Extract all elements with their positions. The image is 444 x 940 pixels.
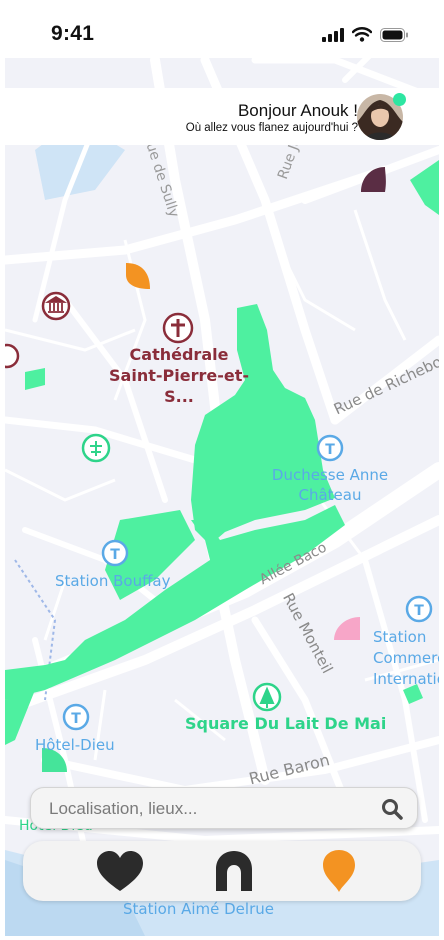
greeting-subtitle: Où allez vous flanez aujourd'hui ?	[185, 122, 358, 134]
status-time: 9:41	[51, 22, 95, 45]
place-label-station-international[interactable]: Station Commerce International	[373, 627, 439, 690]
place-label-station-aime[interactable]: Station Aimé Delrue	[123, 900, 274, 918]
online-status-dot	[393, 93, 406, 106]
heart-icon	[97, 851, 143, 891]
nav-places-button[interactable]	[209, 849, 259, 893]
search-bar	[30, 787, 418, 830]
garden-icon[interactable]	[81, 433, 111, 463]
location-pin-icon	[323, 850, 355, 892]
signal-icon	[322, 27, 344, 42]
museum-icon[interactable]	[5, 343, 20, 369]
transit-icon[interactable]: T	[101, 539, 129, 567]
search-icon[interactable]	[381, 798, 403, 820]
search-input[interactable]	[47, 788, 371, 830]
bottom-nav	[23, 841, 421, 901]
transit-icon[interactable]: T	[62, 703, 90, 731]
svg-text:T: T	[71, 711, 81, 727]
status-icons	[322, 27, 409, 42]
place-label-square[interactable]: Square Du Lait De Mai	[185, 714, 386, 733]
app-screen: T T T T Rue de Sully Rue Joffre Rue de R…	[5, 0, 439, 936]
status-bar: 9:41	[5, 0, 439, 58]
greeting-banner: Bonjour Anouk ! Où allez vous flanez auj…	[5, 88, 439, 145]
place-label-cathedral[interactable]: Cathédrale Saint-Pierre-et-S...	[109, 344, 249, 407]
nav-location-button[interactable]	[314, 849, 364, 893]
place-label-station-bouffay[interactable]: Station Bouffay	[55, 572, 170, 590]
museum-icon[interactable]	[41, 291, 71, 321]
transit-icon[interactable]: T	[316, 434, 344, 462]
place-label-hotel-dieu[interactable]: Hôtel-Dieu	[35, 736, 115, 754]
garden-icon[interactable]	[252, 682, 282, 712]
transit-icon[interactable]: T	[405, 595, 433, 623]
svg-text:T: T	[325, 442, 335, 458]
svg-text:T: T	[110, 547, 120, 563]
wifi-icon	[352, 27, 372, 42]
arch-icon	[216, 851, 252, 891]
svg-text:T: T	[414, 603, 424, 619]
greeting-title: Bonjour Anouk !	[237, 101, 358, 120]
battery-icon	[380, 27, 408, 42]
nav-favorites-button[interactable]	[95, 849, 145, 893]
cathedral-icon[interactable]	[162, 312, 194, 344]
place-label-duchesse-anne[interactable]: Duchesse Anne Château	[267, 465, 393, 505]
